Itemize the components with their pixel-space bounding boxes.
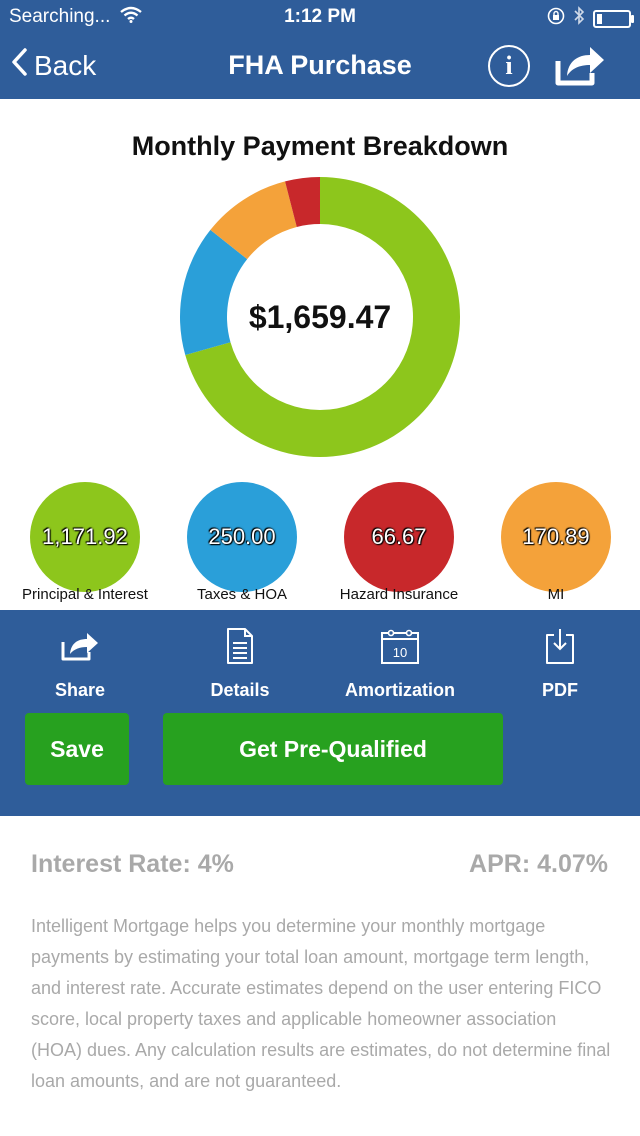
taxes-hoa-item: 250.00 Taxes & HOA — [187, 482, 297, 603]
share-button[interactable] — [554, 43, 606, 87]
chart-title: Monthly Payment Breakdown — [131, 131, 509, 161]
share-icon — [555, 47, 604, 86]
mi-item: 170.89 MI — [501, 482, 611, 603]
share-icon — [61, 633, 98, 661]
interest-rate: Interest Rate: 4% — [31, 850, 234, 878]
back-label: Back — [34, 49, 97, 81]
back-button[interactable]: Back — [10, 47, 96, 84]
pdf-action-label: PDF — [542, 680, 578, 700]
hazard-insurance-item: 66.67 Hazard Insurance — [340, 482, 458, 603]
details-action[interactable]: Details — [170, 624, 310, 701]
document-icon — [227, 628, 253, 664]
share-action[interactable]: Share — [10, 624, 150, 701]
principal-interest-value: 1,171.92 — [30, 482, 140, 592]
action-panel: Share Details 10 Amortization PDF Save G… — [0, 610, 640, 816]
disclaimer-text: Intelligent Mortgage helps you determine… — [31, 916, 611, 1091]
bluetooth-icon — [573, 6, 585, 31]
battery-icon — [593, 9, 634, 28]
mi-label: MI — [547, 586, 565, 603]
amortization-action[interactable]: 10 Amortization — [330, 624, 470, 701]
info-icon: i — [505, 51, 513, 80]
download-icon — [546, 629, 574, 664]
hazard-insurance-value: 66.67 — [344, 482, 454, 592]
principal-interest-item: 1,171.92 Principal & Interest — [22, 482, 148, 603]
navigation-bar: Back FHA Purchase i — [0, 33, 640, 99]
clock: 1:12 PM — [284, 6, 356, 27]
chevron-left-icon — [10, 47, 28, 84]
apr-rate: APR: 4.07% — [469, 850, 608, 878]
share-action-label: Share — [54, 680, 106, 700]
get-pre-qualified-button[interactable]: Get Pre-Qualified — [163, 713, 503, 785]
save-button[interactable]: Save — [25, 713, 129, 785]
pdf-action[interactable]: PDF — [490, 624, 630, 701]
calendar-icon-number: 10 — [393, 645, 407, 660]
amortization-action-label: Amortization — [345, 680, 455, 700]
calendar-icon: 10 — [381, 629, 419, 664]
taxes-hoa-value: 250.00 — [187, 482, 297, 592]
info-button[interactable]: i — [488, 45, 530, 87]
orientation-lock-icon — [547, 7, 565, 31]
mi-value: 170.89 — [501, 482, 611, 592]
status-bar: Searching... 1:12 PM — [0, 0, 640, 33]
details-action-label: Details — [210, 680, 270, 700]
payment-donut-chart — [180, 177, 460, 457]
